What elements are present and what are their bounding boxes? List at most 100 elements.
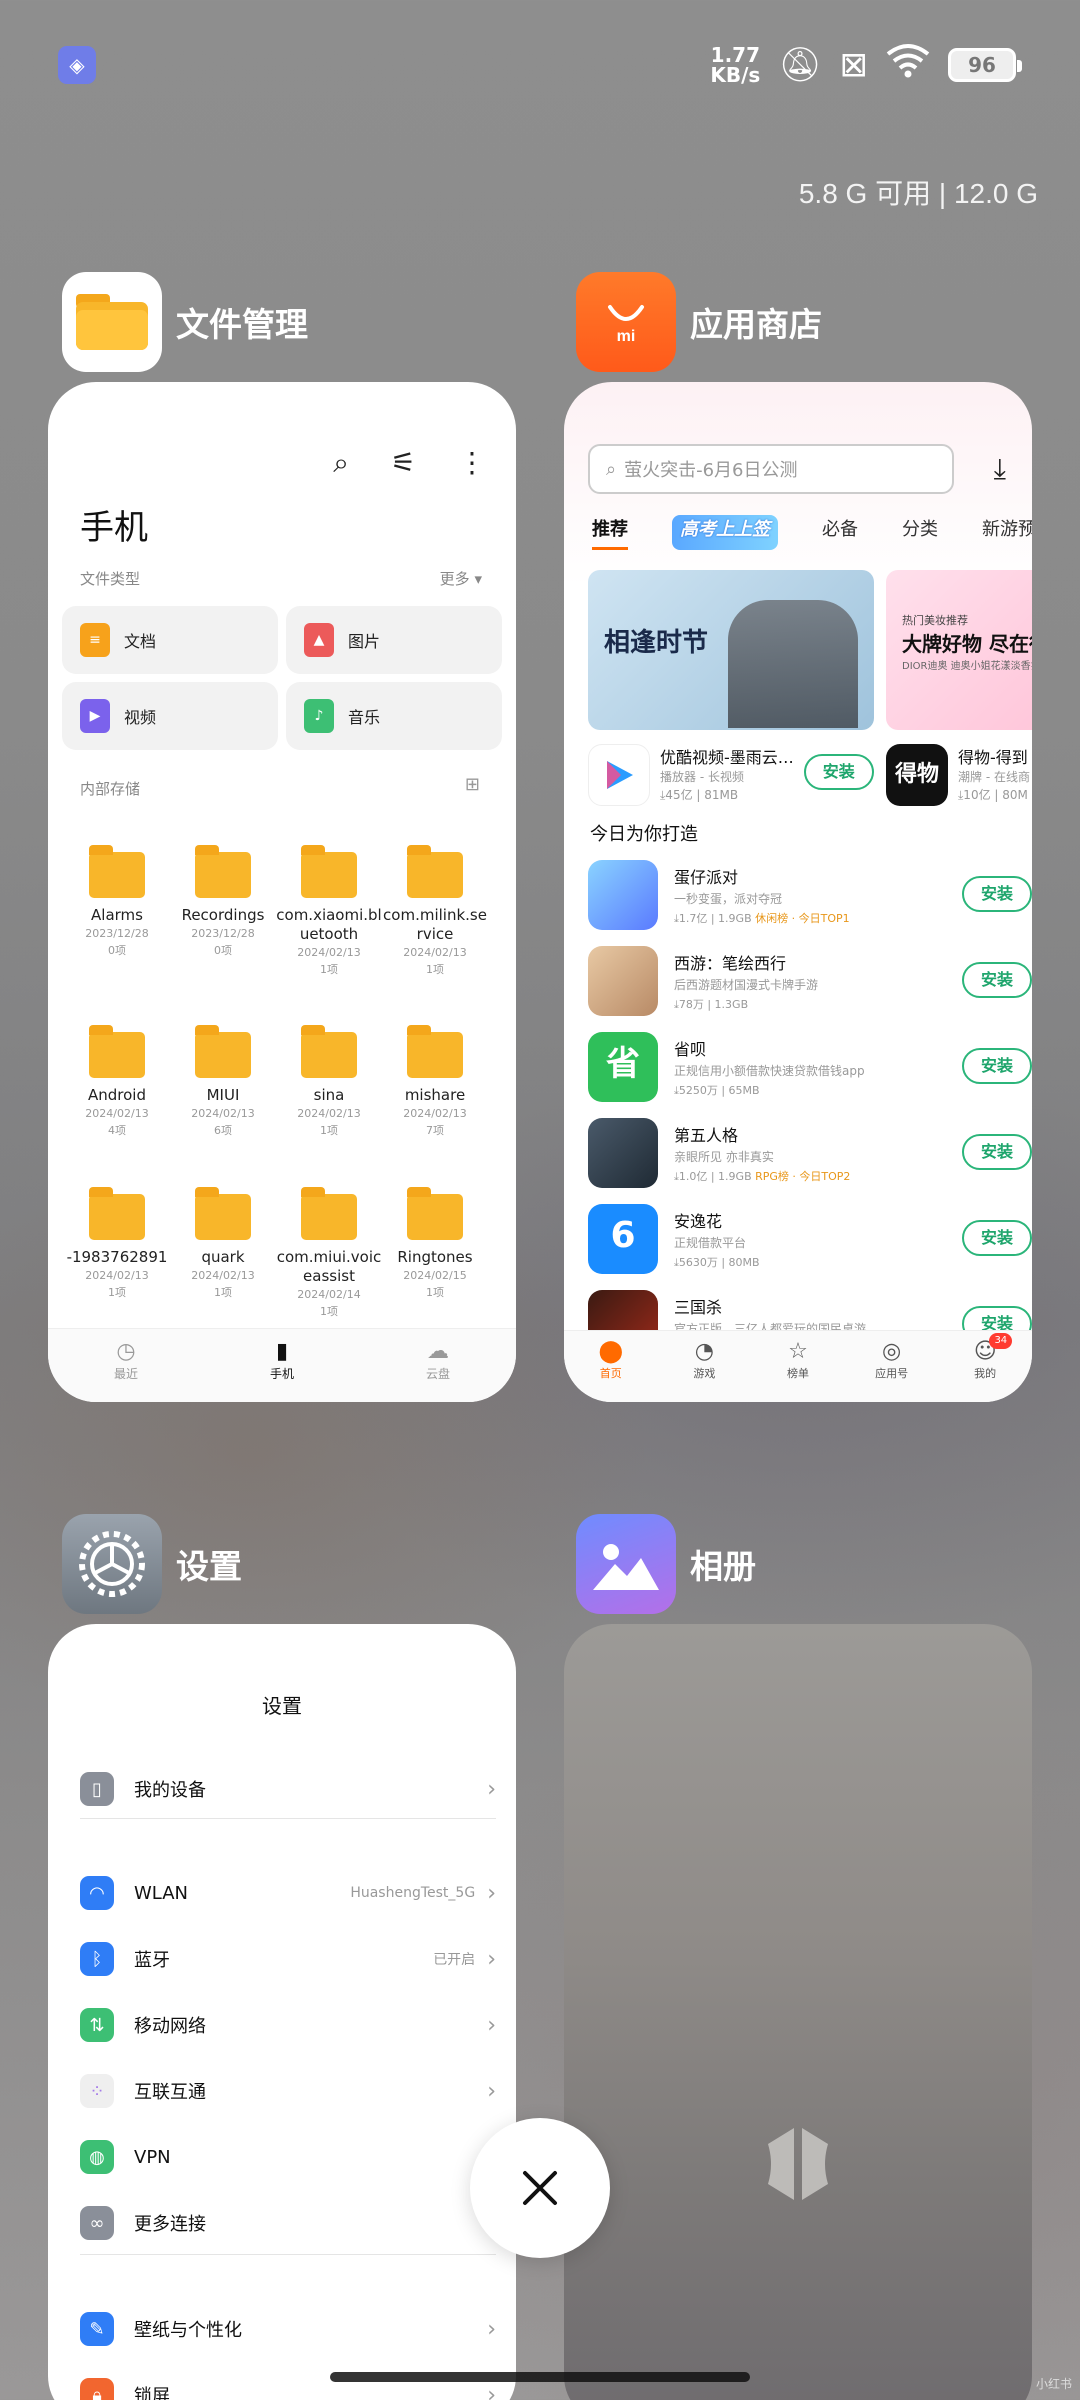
chevron-right-icon: ›	[487, 1776, 496, 1802]
install-button[interactable]: 安装	[962, 962, 1032, 998]
store-app-header[interactable]: mi 应用商店	[576, 272, 822, 372]
settings-item-more-connections[interactable]: ∞ 更多连接	[80, 2198, 496, 2248]
filter-icon[interactable]: ⚟	[391, 446, 416, 480]
folder-item[interactable]: mishare 2024/02/13 7项	[380, 1025, 490, 1139]
settings-item-my-device[interactable]: ▯ 我的设备 ›	[80, 1764, 496, 1814]
folder-item[interactable]: com.xiaomi.bluetooth 2024/02/13 1项	[274, 845, 384, 978]
folder-app-icon	[62, 272, 162, 372]
settings-item-interconnect[interactable]: ⁘ 互联互通 ›	[80, 2066, 496, 2116]
divider	[80, 1818, 496, 1819]
featured-app[interactable]: 优酷视频-墨雨云… 播放器 - 长视频 ⤓45亿 | 81MB 安装	[588, 744, 874, 806]
settings-item-vpn[interactable]: ◍ VPN ›	[80, 2132, 496, 2182]
category-videos[interactable]: ▶ 视频	[62, 682, 278, 750]
files-app-header[interactable]: 文件管理	[62, 272, 308, 372]
settings-item-wallpaper[interactable]: ✎ 壁纸与个性化 ›	[80, 2304, 496, 2354]
folder-item[interactable]: quark 2024/02/13 1项	[168, 1187, 278, 1301]
identity-v-app-icon	[588, 1118, 658, 1188]
chevron-right-icon: ›	[487, 2382, 496, 2400]
video-icon: ▶	[80, 699, 110, 733]
folder-icon	[89, 1187, 145, 1240]
folder-item[interactable]: -1983762891 2024/02/13 1项	[62, 1187, 172, 1301]
more-menu-icon[interactable]: ⋮	[458, 446, 486, 480]
settings-item-bluetooth[interactable]: ᛒ 蓝牙 已开启 ›	[80, 1934, 496, 1984]
app-account-icon: ◎	[881, 1339, 902, 1364]
category-music[interactable]: ♪ 音乐	[286, 682, 502, 750]
folder-item[interactable]: Ringtones 2024/02/15 1项	[380, 1187, 490, 1301]
folder-icon	[301, 845, 357, 898]
app-name: 应用商店	[690, 305, 822, 344]
chevron-right-icon: ›	[487, 2012, 496, 2038]
tab-new-games[interactable]: 新游预约	[982, 515, 1032, 550]
tab-category[interactable]: 分类	[902, 515, 938, 550]
settings-app-header[interactable]: 设置	[62, 1514, 242, 1614]
cloud-icon: ☁	[427, 1339, 449, 1364]
more-button[interactable]: 更多 ▾	[440, 568, 482, 589]
gear-icon	[62, 1514, 162, 1614]
eggy-party-app-icon	[588, 860, 658, 930]
xiyou-app-icon	[588, 946, 658, 1016]
wifi-icon: ◠	[80, 1876, 114, 1910]
folder-icon	[301, 1025, 357, 1078]
search-input[interactable]: ⌕ 萤火突击-6月6日公测	[588, 444, 954, 494]
album-app-card[interactable]	[564, 1624, 1032, 2400]
folder-item[interactable]: MIUI 2024/02/13 6项	[168, 1025, 278, 1139]
nav-home[interactable]: ⬤ 首页	[576, 1331, 646, 1402]
folder-item[interactable]: Recordings 2023/12/28 0项	[168, 845, 278, 959]
tab-gaokao[interactable]: 高考上上签	[672, 515, 778, 550]
chevron-right-icon: ›	[487, 1946, 496, 1972]
svg-text:mi: mi	[617, 328, 636, 345]
signal-icon: ⇅	[80, 2008, 114, 2042]
list-item[interactable]: 蛋仔派对 一秒变蛋，派对夺冠 ⤓1.7亿 | 1.9GB 休闲榜 · 今日TOP…	[588, 860, 1032, 932]
settings-app-card[interactable]: 设置 ▯ 我的设备 › ◠ WLAN HuashengTest_5G › ᛒ 蓝…	[48, 1624, 516, 2400]
folder-item[interactable]: sina 2024/02/13 1项	[274, 1025, 384, 1139]
list-item[interactable]: 西游：笔绘西行 后西游题材国漫式卡牌手游 ⤓78万 | 1.3GB 安装	[588, 946, 1032, 1018]
folder-item[interactable]: com.milink.service 2024/02/13 1项	[380, 845, 490, 978]
nav-games[interactable]: ◔ 游戏	[669, 1331, 739, 1402]
store-app-card[interactable]: ⌕ 萤火突击-6月6日公测 ⤓ 推荐 高考上上签 必备 分类 新游预约 相逢时节…	[564, 382, 1032, 1402]
clock-icon: ◷	[116, 1339, 136, 1364]
promo-banner[interactable]: 相逢时节	[588, 570, 874, 730]
tab-recommend[interactable]: 推荐	[592, 515, 628, 550]
download-icon[interactable]: ⤓	[994, 452, 1006, 486]
folder-item[interactable]: Android 2024/02/13 4项	[62, 1025, 172, 1139]
settings-item-wlan[interactable]: ◠ WLAN HuashengTest_5G ›	[80, 1868, 496, 1918]
install-button[interactable]: 安装	[962, 876, 1032, 912]
home-indicator[interactable]	[330, 2372, 750, 2382]
new-folder-icon[interactable]: ⊞	[465, 774, 480, 795]
files-app-card[interactable]: ⌕ ⚟ ⋮ 手机 文件类型 更多 ▾ ≡ 文档 ▲ 图片 ▶ 视频 ♪ 音乐 内…	[48, 382, 516, 1402]
install-button[interactable]: 安装	[962, 1048, 1032, 1084]
nav-rankings[interactable]: ☆ 榜单	[763, 1331, 833, 1402]
folder-icon	[301, 1187, 357, 1240]
promo-banner[interactable]: 热门美妆推荐 大牌好物 尽在得 DIOR迪奥 迪奥小姐花漾淡香氛	[886, 570, 1032, 730]
category-docs[interactable]: ≡ 文档	[62, 606, 278, 674]
tab-essential[interactable]: 必备	[822, 515, 858, 550]
nav-recent[interactable]: ◷ 最近	[76, 1329, 176, 1402]
status-bar: ◈ 1.77 KB/s 🔕︎ ⊠ 96	[0, 0, 1080, 130]
clear-all-button[interactable]	[470, 2118, 610, 2258]
nav-app-accounts[interactable]: ◎ 应用号	[857, 1331, 927, 1402]
install-button[interactable]: 安装	[962, 1134, 1032, 1170]
list-item[interactable]: 第五人格 亲眼所见 亦非真实 ⤓1.0亿 | 1.9GB RPG榜 · 今日TO…	[588, 1118, 1032, 1190]
category-images[interactable]: ▲ 图片	[286, 606, 502, 674]
settings-item-mobile-network[interactable]: ⇅ 移动网络 ›	[80, 2000, 496, 2050]
list-item[interactable]: 省 省呗 正规信用小额借款快速贷款借钱app ⤓5250万 | 65MB 安装	[588, 1032, 1032, 1104]
nav-cloud[interactable]: ☁ 云盘	[388, 1329, 488, 1402]
featured-app[interactable]: 得物 得物-得到 潮牌 - 在线商 ⤓10亿 | 80M	[886, 744, 1030, 806]
search-icon[interactable]: ⌕	[333, 446, 349, 480]
nav-mine[interactable]: ☺ 我的 34	[950, 1331, 1020, 1402]
install-button[interactable]: 安装	[803, 754, 874, 790]
nav-phone[interactable]: ▮ 手机	[232, 1329, 332, 1402]
album-app-header[interactable]: 相册	[576, 1514, 756, 1614]
folder-icon	[407, 845, 463, 898]
app-name: 相册	[690, 1547, 756, 1586]
folder-item[interactable]: com.miui.voiceassist 2024/02/14 1项	[274, 1187, 384, 1320]
folder-icon	[195, 845, 251, 898]
folder-item[interactable]: Alarms 2023/12/28 0项	[62, 845, 172, 959]
memory-usage: 5.8 G 可用 | 12.0 G	[798, 178, 1038, 209]
install-button[interactable]: 安装	[962, 1220, 1032, 1256]
brush-icon: ✎	[80, 2312, 114, 2346]
folder-icon	[89, 1025, 145, 1078]
speed-value: 1.77	[710, 42, 761, 67]
list-item[interactable]: 6 安逸花 正规借款平台 ⤓5630万 | 80MB 安装	[588, 1204, 1032, 1276]
phone-icon: ▯	[80, 1772, 114, 1806]
